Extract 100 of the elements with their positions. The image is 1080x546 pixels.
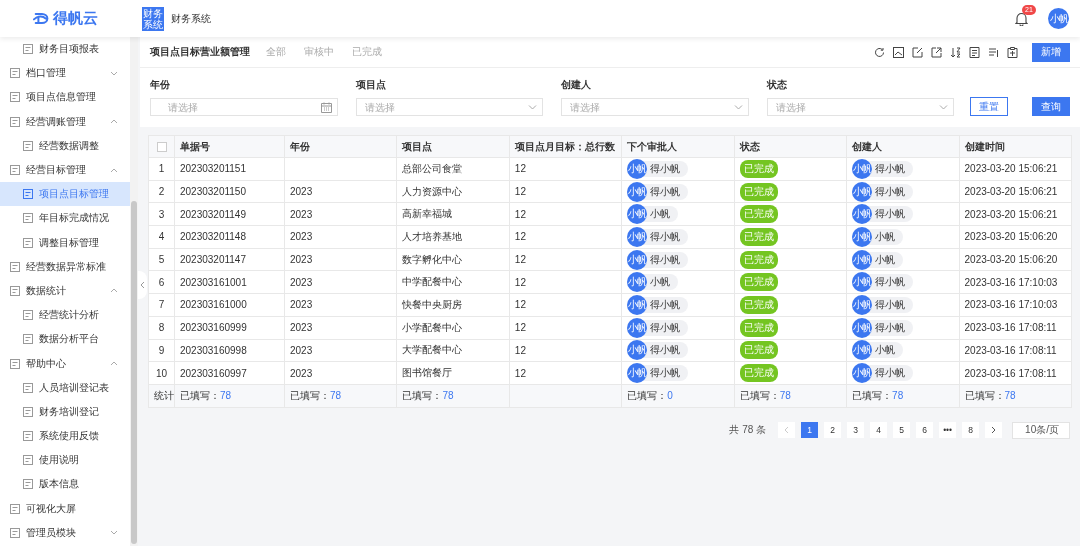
user-avatar: 小帆: [852, 317, 873, 338]
table-cell: 中学配餐中心: [396, 270, 510, 294]
sidebar-item[interactable]: 经营调账管理: [0, 109, 130, 134]
user-name: 得小帆: [650, 161, 681, 176]
clipboard-icon[interactable]: [1007, 46, 1018, 58]
sidebar-item[interactable]: 财务培训登记: [0, 399, 130, 424]
scrollbar[interactable]: [131, 201, 137, 544]
summary-value: 78: [330, 389, 342, 401]
page-button[interactable]: 8: [962, 422, 980, 439]
row-number: 10: [148, 361, 175, 385]
page-button[interactable]: 3: [847, 422, 865, 439]
image-icon[interactable]: [893, 46, 904, 58]
document-icon: [23, 479, 33, 490]
table-cell: 202303201151: [174, 157, 285, 181]
user-avatar: 小帆: [852, 204, 873, 225]
status-tag: 已完成: [739, 227, 778, 246]
sidebar-item[interactable]: 财务目项报表: [0, 37, 130, 62]
summary-value: 78: [779, 389, 791, 401]
user-avatar[interactable]: 小帆: [1048, 8, 1069, 29]
table-cell: 202303160999: [174, 316, 285, 339]
share-icon[interactable]: [931, 46, 942, 58]
summary-label: 已填写：: [964, 389, 1005, 401]
table-cell: 202303160998: [174, 339, 285, 362]
select-field[interactable]: 请选择: [355, 98, 543, 116]
status-tag: 已完成: [739, 205, 778, 224]
sidebar-item[interactable]: 管理员模块: [0, 520, 130, 545]
table-cell: 12: [509, 361, 622, 385]
column-header[interactable]: 创建时间: [959, 135, 1072, 158]
chevron-down-icon: [528, 104, 537, 110]
summary-value: 78: [1004, 389, 1016, 401]
document-icon: [23, 140, 33, 151]
document-icon[interactable]: [969, 46, 980, 58]
chevron-down-icon: [733, 104, 743, 110]
sidebar-item[interactable]: 数据分析平台: [0, 327, 130, 352]
sidebar-item[interactable]: 经营数据异常标准: [0, 254, 130, 279]
collapse-handle[interactable]: [138, 271, 147, 299]
column-header[interactable]: 单据号: [174, 135, 285, 158]
sidebar-item[interactable]: 经营目标管理: [0, 157, 130, 183]
reset-button[interactable]: 重置: [970, 97, 1008, 116]
summary-label: 已填写：: [852, 389, 893, 401]
sidebar-item[interactable]: 使用说明: [0, 448, 130, 473]
sidebar-item[interactable]: 经营数据调整: [0, 133, 130, 158]
user-name: 得小帆: [875, 297, 906, 312]
sidebar-item[interactable]: 经营统计分析: [0, 303, 130, 328]
table-cell: 2023-03-20 15:06:20: [959, 225, 1072, 249]
page-size-select[interactable]: 10条/页: [1012, 421, 1070, 439]
document-icon: [23, 334, 33, 345]
bell-icon[interactable]: [1015, 11, 1028, 26]
list-icon[interactable]: [988, 46, 999, 58]
date-field[interactable]: 请选择: [150, 98, 338, 116]
sidebar-item[interactable]: 人员培训登记表: [0, 375, 130, 400]
sidebar-item[interactable]: 版本信息: [0, 472, 130, 497]
page-button[interactable]: 5: [893, 422, 911, 439]
status-tag: 已完成: [739, 182, 778, 201]
column-header[interactable]: 项目点: [396, 135, 510, 158]
sidebar-item[interactable]: 可视化大屏: [0, 496, 130, 521]
user-avatar: 小帆: [852, 340, 873, 361]
page-button[interactable]: 2: [824, 422, 842, 439]
search-button[interactable]: 查询: [1032, 97, 1070, 116]
sidebar-item[interactable]: 调整目标管理: [0, 230, 130, 255]
user-name: 小帆: [650, 275, 671, 290]
edit-icon[interactable]: [912, 46, 923, 58]
table-cell: 2023: [284, 225, 397, 249]
calendar-icon: [320, 101, 332, 113]
row-number: 6: [148, 270, 175, 294]
sidebar-item[interactable]: 帮助中心: [0, 351, 130, 376]
row-number: 4: [148, 225, 175, 249]
system-name: 财务系统: [171, 11, 211, 26]
table-cell: 数字孵化中心: [396, 248, 510, 271]
sidebar-item[interactable]: 系统使用反馈: [0, 424, 130, 449]
user-avatar: 小帆: [627, 181, 648, 202]
page-button[interactable]: 4: [870, 422, 888, 439]
status-tag: 已完成: [739, 364, 778, 383]
sidebar-item[interactable]: 项目点信息管理: [0, 85, 130, 110]
column-header[interactable]: 创建人: [846, 135, 960, 158]
sidebar-item[interactable]: 年目标完成情况: [0, 206, 130, 231]
page-title: 项目点目标营业额管理: [150, 45, 250, 59]
logo-text: 得帆云: [53, 9, 98, 28]
column-header[interactable]: 年份: [284, 135, 397, 158]
select-field[interactable]: 请选择: [561, 98, 749, 116]
select-field[interactable]: 请选择: [766, 98, 954, 116]
page-button[interactable]: 1: [801, 422, 819, 439]
new-button[interactable]: 新增: [1032, 42, 1070, 62]
table-cell: 2023-03-20 15:06:20: [959, 248, 1072, 271]
page-button[interactable]: 6: [916, 422, 934, 439]
column-header[interactable]: 状态: [734, 135, 847, 158]
refresh-icon[interactable]: [874, 46, 885, 58]
column-header[interactable]: 下个审批人: [621, 135, 735, 158]
sidebar-item[interactable]: 数据统计: [0, 278, 130, 304]
sidebar-item[interactable]: 档口管理: [0, 61, 130, 86]
row-number: 2: [148, 180, 175, 203]
user-name: 得小帆: [875, 320, 906, 335]
table-cell: 12: [509, 270, 622, 294]
sort-icon[interactable]: [950, 46, 961, 58]
user-avatar: 小帆: [852, 272, 873, 293]
checkbox[interactable]: [156, 142, 167, 153]
page-button[interactable]: •••: [939, 422, 957, 439]
column-header[interactable]: 项目点月目标：总行数: [509, 135, 622, 158]
document-icon: [10, 116, 20, 127]
table-cell: 2023: [284, 248, 397, 271]
